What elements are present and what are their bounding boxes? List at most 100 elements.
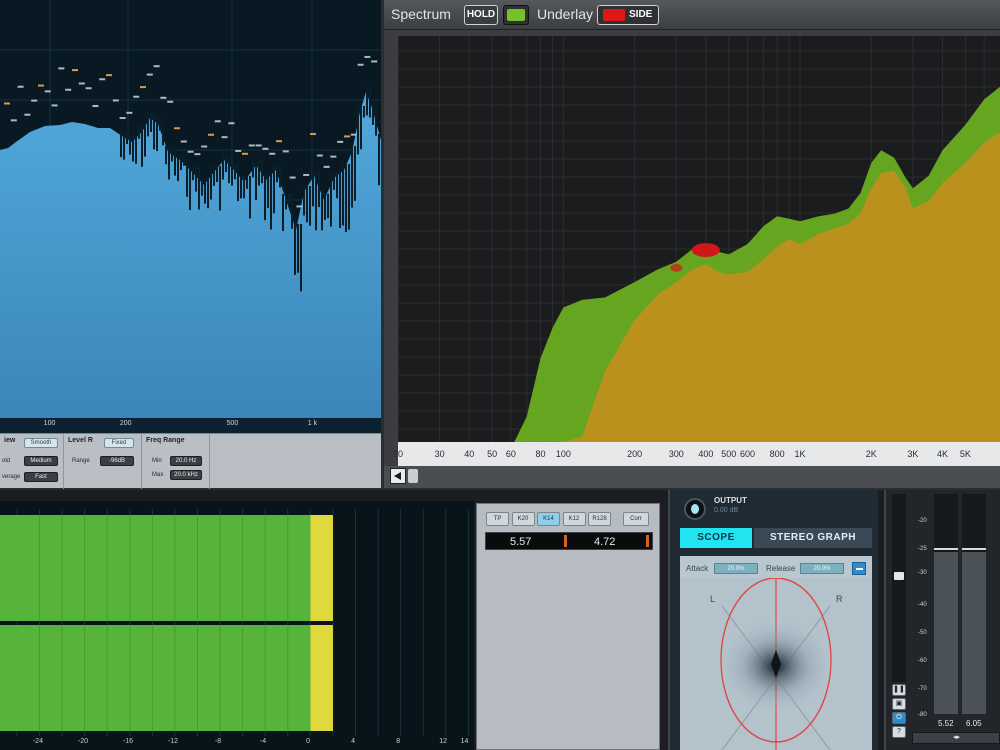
left-spectrum-spike [249, 176, 251, 219]
release-value: 20.0% [813, 566, 831, 572]
left-spectrum-spike [171, 146, 173, 162]
corr-button[interactable]: Corr [623, 512, 649, 526]
min-field[interactable]: 20.0 Hz [170, 456, 202, 466]
left-spectrum-spike [237, 164, 239, 202]
left-spectrum-spike [375, 102, 377, 136]
right-meter-right-value: 6.05 [966, 719, 982, 728]
fixed-button[interactable]: Fixed [104, 438, 134, 448]
left-peak-dash [214, 120, 221, 123]
left-peak-dash [310, 133, 316, 136]
level-bar-yellow [310, 515, 333, 621]
left-spectrum-spike [267, 174, 269, 209]
meter-standard-k20-button[interactable]: K20 [511, 512, 535, 526]
right-meter-tick: -70 [918, 686, 927, 692]
spectrum-scrollbar[interactable] [384, 466, 1000, 488]
left-spectrum-spike [123, 130, 125, 160]
left-spectrum-spike [183, 154, 185, 166]
level-meter-scale: -24 -20 -16 -12 -8 -4 0 4 8 12 14 [0, 736, 474, 750]
tab-scope[interactable]: SCOPE [680, 528, 752, 548]
left-spectrum-spike [189, 166, 191, 210]
level-title: Level R [68, 437, 93, 444]
left-spectrum-spike [336, 172, 338, 199]
left-peak-dash [255, 144, 262, 147]
left-spectrum-spike [132, 136, 134, 162]
hold-label: old [2, 458, 11, 464]
side-button[interactable]: SIDE [597, 5, 659, 25]
attack-slider[interactable]: 20.0% [714, 563, 758, 574]
left-peak-dash [160, 96, 167, 99]
level-tick: 8 [396, 738, 401, 745]
average-select[interactable]: Fast [24, 472, 58, 482]
left-spectrum-spike [276, 164, 278, 183]
meter-standard-k12-button[interactable]: K12 [562, 512, 586, 526]
left-spectrum-spike [309, 186, 311, 226]
left-peak-dash [72, 69, 78, 72]
help-icon: ? [897, 728, 901, 735]
left-spectrum-spike [363, 106, 365, 118]
meter-mini-icon[interactable] [894, 572, 904, 580]
spectrum-freq-tick: 5K [959, 449, 971, 459]
left-spectrum-spike [258, 159, 260, 186]
left-peak-dash [289, 176, 296, 179]
left-peak-dash [330, 155, 337, 158]
left-peak-dash [140, 86, 146, 89]
tab-stereo-graph[interactable]: STEREO GRAPH [754, 528, 872, 548]
left-peak-dash [228, 122, 235, 125]
left-peak-dash [112, 99, 119, 102]
left-spectrum-spike [219, 166, 221, 211]
left-spectrum-spike [288, 194, 290, 207]
left-peak-dash [201, 145, 208, 148]
view-title: iew [4, 437, 16, 444]
left-spectrum-spike [330, 172, 332, 227]
left-peak-dash [51, 104, 58, 107]
left-peak-dash [221, 136, 228, 139]
right-meter-tick: -50 [918, 630, 927, 636]
max-label: Max [152, 472, 164, 478]
link-button[interactable] [852, 562, 866, 575]
left-peak-dash [92, 104, 99, 107]
left-spectrum-plot[interactable] [0, 0, 381, 418]
meter-standard-r128-button[interactable]: R128 [588, 512, 611, 526]
scroll-thumb[interactable] [408, 469, 418, 483]
left-freq-tick: 100 [43, 420, 56, 427]
right-loudness-value: 4.72 [594, 536, 616, 548]
meter-standard-k14-button[interactable]: K14 [537, 512, 560, 526]
left-spectrum-spike [198, 166, 200, 210]
level-bar-green [0, 515, 311, 621]
left-peak-dash [106, 74, 112, 77]
right-meter-tick: -20 [918, 518, 927, 524]
hold-color-toggle[interactable] [503, 5, 529, 25]
help-button[interactable]: ? [892, 726, 906, 738]
spectrum-plot[interactable] [398, 36, 1000, 442]
view-group: iew Smooth old Medium verage Fast [0, 434, 64, 489]
loudness-panel: TP K20 K14 K12 R128 Corr 5.57 4.72 [476, 503, 660, 750]
left-peak-dash [65, 88, 72, 91]
max-field[interactable]: 20.0 kHz [170, 470, 202, 480]
left-spectrum-spike [195, 166, 197, 192]
hold-select[interactable]: Medium [24, 456, 58, 466]
spectrum-toolbar: Spectrum HOLD Underlay SIDE [384, 0, 1000, 30]
range-field[interactable]: -96dB [100, 456, 134, 466]
left-spectrum-spike [348, 164, 350, 230]
power-icon: ⏻ [896, 714, 902, 721]
pause-button[interactable]: ❚❚ [892, 684, 906, 696]
meter-standard-tp-button[interactable]: TP [486, 512, 509, 526]
spectrum-freq-tick: 2K [865, 449, 877, 459]
output-knob[interactable] [684, 498, 706, 520]
left-peak-dash [296, 205, 303, 208]
meter-scroll-bar[interactable]: ◂▸ [912, 732, 1000, 744]
snapshot-button[interactable]: ▣ [892, 698, 906, 710]
smooth-button[interactable]: Smooth [24, 438, 58, 448]
scroll-left-button[interactable] [390, 468, 406, 484]
left-spectrum-spike [360, 106, 362, 150]
left-spectrum-spike [129, 136, 131, 155]
left-spectrum-spike [141, 126, 143, 167]
left-peak-dash [99, 78, 106, 81]
left-spectrum-spike [210, 166, 212, 200]
left-spectrum-spike [216, 166, 218, 182]
release-slider[interactable]: 20.0% [800, 563, 844, 574]
power-button[interactable]: ⏻ [892, 712, 906, 724]
left-peak-dash [78, 82, 85, 85]
spectrum-freq-tick: 50 [487, 449, 498, 459]
hold-button[interactable]: HOLD [464, 5, 498, 25]
